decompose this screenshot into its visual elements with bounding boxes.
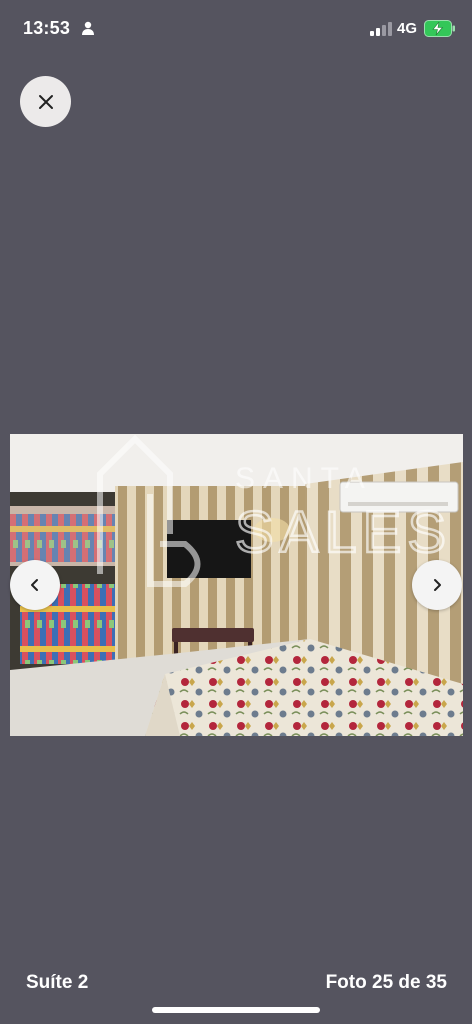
watermark-line1: SANTA	[235, 462, 373, 495]
property-photo[interactable]: SANTA SALES	[10, 434, 463, 736]
status-time: 13:53	[23, 18, 71, 38]
person-icon	[82, 21, 94, 35]
photo-counter: Foto 25 de 35	[325, 972, 447, 993]
signal-icon	[370, 22, 392, 36]
home-indicator[interactable]	[152, 1007, 320, 1013]
bedroom-photo: SANTA SALES	[10, 434, 463, 736]
close-button[interactable]	[20, 76, 71, 127]
status-bar: 13:53 4G	[0, 0, 472, 58]
battery-charging-icon	[424, 20, 455, 37]
chevron-left-icon	[31, 579, 38, 591]
chevron-right-icon	[434, 579, 441, 591]
watermark-line2: SALES	[235, 500, 452, 565]
close-icon	[38, 94, 53, 109]
next-photo-button[interactable]	[412, 560, 462, 610]
room-label: Suíte 2	[26, 972, 89, 993]
network-label: 4G	[397, 20, 418, 37]
previous-photo-button[interactable]	[10, 560, 60, 610]
